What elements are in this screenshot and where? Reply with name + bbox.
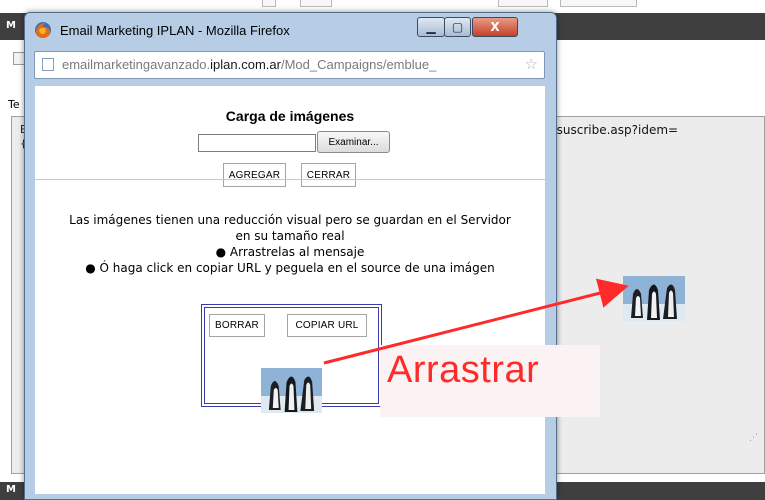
minimize-button[interactable]: ▁ <box>417 17 445 37</box>
popup-window: Email Marketing IPLAN - Mozilla Firefox … <box>24 12 557 500</box>
annotation-label: Arrastrar <box>387 349 540 391</box>
page-title: Carga de imágenes <box>225 108 355 124</box>
window-titlebar[interactable]: Email Marketing IPLAN - Mozilla Firefox … <box>25 13 556 49</box>
window-title: Email Marketing IPLAN - Mozilla Firefox <box>60 23 290 38</box>
instruction-bullet: ● Arrastrelas al mensaje <box>215 245 365 259</box>
close-button[interactable]: CERRAR <box>301 163 356 187</box>
background-label: Te <box>8 98 20 111</box>
info-text-line: Las imágenes tienen una reducción visual… <box>69 213 511 227</box>
url-prefix: emailmarketingavanzado. <box>62 57 211 72</box>
minimize-icon: ▁ <box>426 20 436 34</box>
star-icon[interactable]: ☆ <box>525 55 538 73</box>
divider <box>35 179 545 180</box>
info-text-line: en su tamaño real <box>235 229 345 243</box>
unsubscribe-link-text: nsuscribe.asp?idem= <box>549 123 679 137</box>
address-bar[interactable]: emailmarketingavanzado.iplan.com.ar/Mod_… <box>34 51 545 79</box>
delete-button[interactable]: BORRAR <box>209 314 265 337</box>
close-window-button[interactable]: X <box>472 17 518 37</box>
close-icon: X <box>490 20 500 34</box>
url-domain: iplan.com.ar <box>210 57 281 72</box>
add-button[interactable]: AGREGAR <box>223 163 286 187</box>
background-footer-letter: M <box>6 484 16 495</box>
background-control <box>300 0 332 7</box>
address-url: emailmarketingavanzado.iplan.com.ar/Mod_… <box>62 57 436 72</box>
background-control <box>560 0 637 7</box>
background-header-letter: M <box>6 20 16 31</box>
background-control <box>262 0 276 7</box>
background-control <box>498 0 548 7</box>
maximize-button[interactable]: ▢ <box>444 17 471 37</box>
penguin-thumbnail-icon[interactable] <box>261 368 322 413</box>
url-path: /Mod_Campaigns/emblue_ <box>280 57 437 72</box>
browse-button[interactable]: Examinar... <box>317 131 390 153</box>
page-icon <box>42 58 54 71</box>
popup-content: Carga de imágenes Examinar... AGREGAR CE… <box>35 86 545 494</box>
instruction-bullet: ● Ó haga click en copiar URL y peguela e… <box>85 261 495 275</box>
firefox-logo-icon <box>35 22 51 38</box>
copy-url-button[interactable]: COPIAR URL <box>287 314 367 337</box>
file-path-input[interactable] <box>198 134 316 152</box>
dropped-penguin-image[interactable] <box>623 276 685 321</box>
resize-grip-icon[interactable]: ⋰ <box>749 433 758 443</box>
maximize-icon: ▢ <box>451 20 464 34</box>
